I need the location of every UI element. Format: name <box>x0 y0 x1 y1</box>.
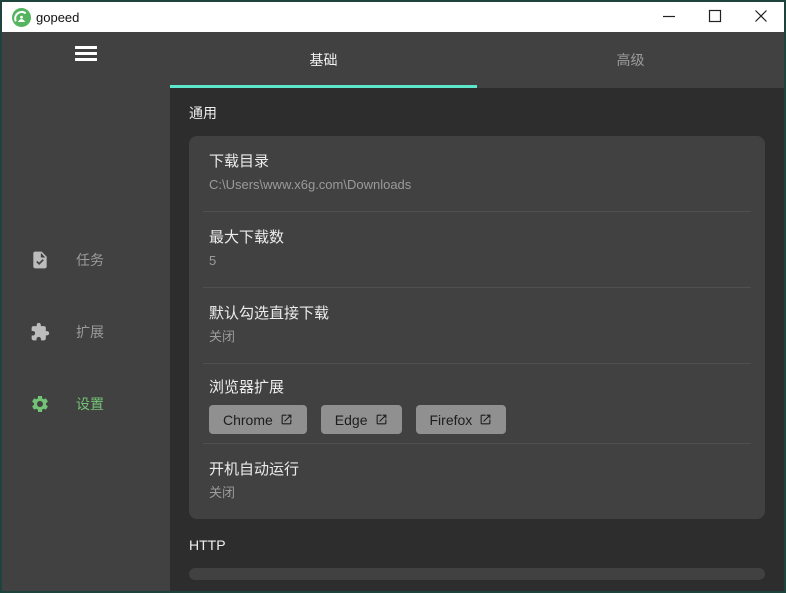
sidebar-item-extensions[interactable]: 扩展 <box>2 320 170 344</box>
row-title: 默认勾选直接下载 <box>209 305 330 322</box>
firefox-extension-button[interactable]: Firefox <box>415 405 507 434</box>
titlebar: gopeed <box>2 2 784 32</box>
section-heading-http: HTTP <box>189 537 226 553</box>
sidebar-item-tasks[interactable]: 任务 <box>2 248 170 272</box>
row-value: 关闭 <box>209 485 236 500</box>
window-controls <box>646 2 784 32</box>
app-window: gopeed 任务 扩展 设置 基础 高级 通用 下载目录 C:\Users\w… <box>0 0 786 593</box>
setting-row-browser-extension: 浏览器扩展 Chrome Edge Firefox <box>189 364 765 443</box>
section-heading-general: 通用 <box>189 105 217 121</box>
sidebar-nav: 任务 扩展 设置 <box>2 248 170 416</box>
row-title: 浏览器扩展 <box>209 379 285 396</box>
http-settings-card-partial[interactable] <box>189 568 765 580</box>
tab-advanced-label: 高级 <box>616 52 645 68</box>
tab-basic-label: 基础 <box>309 52 338 68</box>
edge-extension-button[interactable]: Edge <box>320 405 402 434</box>
menu-toggle-button[interactable] <box>71 42 101 65</box>
extension-button-group: Chrome Edge Firefox <box>209 405 745 434</box>
sidebar-item-label: 扩展 <box>76 324 104 340</box>
hamburger-icon <box>75 46 97 61</box>
app-body: 任务 扩展 设置 基础 高级 通用 下载目录 C:\Users\www.x6g.… <box>2 32 784 591</box>
row-title: 开机自动运行 <box>209 461 300 478</box>
row-title: 最大下载数 <box>209 229 285 246</box>
tab-advanced[interactable]: 高级 <box>477 32 784 88</box>
setting-row-max-downloads[interactable]: 最大下载数 5 <box>189 212 765 287</box>
general-settings-card: 下载目录 C:\Users\www.x6g.com\Downloads 最大下载… <box>189 136 765 519</box>
settings-main: 基础 高级 通用 下载目录 C:\Users\www.x6g.com\Downl… <box>170 32 784 591</box>
chrome-extension-button-label: Chrome <box>223 411 273 428</box>
task-file-icon <box>30 250 50 270</box>
edge-extension-button-label: Edge <box>334 411 368 428</box>
close-icon <box>754 9 768 26</box>
setting-row-download-dir[interactable]: 下载目录 C:\Users\www.x6g.com\Downloads <box>189 136 765 211</box>
puzzle-icon <box>30 322 50 342</box>
firefox-extension-button-label: Firefox <box>429 411 473 428</box>
sidebar-item-label: 任务 <box>76 252 104 268</box>
setting-row-autostart[interactable]: 开机自动运行 关闭 <box>189 444 765 519</box>
titlebar-left: gopeed <box>2 7 80 27</box>
sidebar-item-label: 设置 <box>76 396 104 412</box>
row-value: C:\Users\www.x6g.com\Downloads <box>209 177 412 192</box>
active-tab-indicator <box>170 85 477 88</box>
maximize-icon <box>708 9 722 26</box>
minimize-button[interactable] <box>646 2 692 32</box>
external-link-icon <box>479 413 492 426</box>
window-title: gopeed <box>36 9 80 25</box>
minimize-icon <box>662 9 676 26</box>
gopeed-logo-icon <box>12 7 31 27</box>
maximize-button[interactable] <box>692 2 738 32</box>
tab-basic[interactable]: 基础 <box>170 32 477 88</box>
row-title: 下载目录 <box>209 153 270 170</box>
gear-icon <box>30 394 50 414</box>
row-value: 5 <box>209 253 217 268</box>
external-link-icon <box>280 413 293 426</box>
setting-row-default-direct-download[interactable]: 默认勾选直接下载 关闭 <box>189 288 765 363</box>
external-link-icon <box>375 413 388 426</box>
sidebar: 任务 扩展 设置 <box>2 32 170 591</box>
close-button[interactable] <box>738 2 784 32</box>
chrome-extension-button[interactable]: Chrome <box>209 405 307 434</box>
settings-content: 通用 下载目录 C:\Users\www.x6g.com\Downloads 最… <box>170 88 784 591</box>
tab-bar: 基础 高级 <box>170 32 784 88</box>
row-value: 关闭 <box>209 329 236 344</box>
sidebar-item-settings[interactable]: 设置 <box>2 392 170 416</box>
